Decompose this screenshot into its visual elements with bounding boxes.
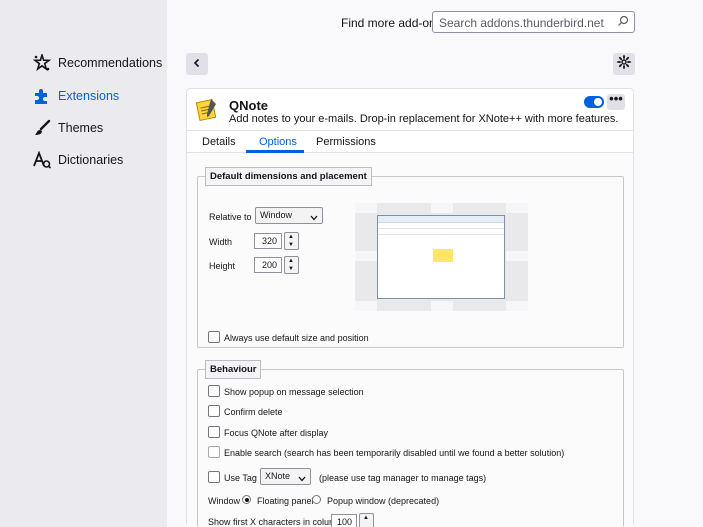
preview-note — [433, 249, 453, 262]
relative-to-select[interactable]: Window — [255, 207, 323, 224]
sidebar-item-label: Themes — [58, 121, 104, 135]
tag-note: (please use tag manager to manage tags) — [319, 473, 487, 483]
preview-tile — [431, 301, 453, 311]
floating-panel-label: Floating panel — [257, 496, 314, 506]
sidebar-item-label: Recommendations — [58, 56, 163, 70]
preview-tile — [355, 251, 377, 261]
focus-after-checkbox[interactable] — [208, 426, 220, 438]
sidebar-item-extensions[interactable]: Extensions — [32, 84, 119, 108]
preview-tile — [506, 251, 528, 261]
sidebar-item-themes[interactable]: Themes — [32, 116, 103, 140]
chevron-down-icon — [310, 213, 318, 223]
preview-toolbar — [378, 229, 504, 235]
addon-enable-toggle[interactable] — [584, 96, 604, 108]
preview-tile — [506, 301, 528, 311]
enable-search-checkbox[interactable] — [208, 446, 220, 458]
preview-window — [377, 215, 505, 299]
qnote-icon — [195, 96, 219, 127]
popup-window-radio[interactable] — [312, 495, 321, 504]
preview-tile — [431, 203, 453, 213]
show-first-stepper[interactable]: ▲ — [359, 513, 374, 527]
height-input[interactable]: 200 — [254, 257, 282, 273]
addon-description: Add notes to your e-mails. Drop-in repla… — [229, 113, 619, 125]
chevron-left-icon — [192, 55, 202, 73]
tag-value: XNote — [265, 471, 291, 481]
chevron-up-icon: ▲ — [363, 515, 369, 521]
tools-button[interactable] — [613, 53, 635, 75]
tab-details[interactable]: Details — [202, 136, 236, 148]
tab-options[interactable]: Options — [259, 136, 297, 148]
puzzle-icon — [32, 86, 52, 106]
preview-tile — [355, 301, 377, 311]
floating-panel-radio[interactable] — [242, 495, 251, 504]
chevron-down-icon: ▼ — [288, 266, 294, 272]
chevron-up-icon: ▲ — [288, 258, 294, 264]
tab-permissions[interactable]: Permissions — [316, 136, 376, 148]
width-label: Width — [209, 237, 233, 247]
sidebar-item-recommendations[interactable]: Recommendations — [32, 51, 162, 75]
back-button[interactable] — [186, 53, 208, 75]
more-options-button[interactable]: ••• — [607, 92, 625, 110]
preview-tile — [506, 203, 528, 213]
width-input[interactable]: 320 — [254, 233, 282, 249]
behaviour-legend: Behaviour — [205, 360, 262, 379]
dictionary-icon — [32, 150, 52, 170]
height-label: Height — [209, 261, 236, 271]
sidebar-item-label: Dictionaries — [58, 153, 124, 167]
width-stepper[interactable]: ▲ ▼ — [284, 232, 299, 250]
window-label: Window — [208, 496, 241, 506]
height-stepper[interactable]: ▲ ▼ — [284, 256, 299, 274]
chevron-down-icon: ▼ — [288, 242, 294, 248]
show-first-label: Show first X characters in column — [208, 517, 342, 527]
relative-to-label: Relative to — [209, 212, 252, 222]
gear-icon — [617, 54, 631, 74]
confirm-delete-checkbox[interactable] — [208, 405, 220, 417]
brush-icon — [32, 118, 52, 138]
confirm-delete-label: Confirm delete — [224, 407, 283, 417]
search-input[interactable]: Search addons.thunderbird.net — [432, 11, 635, 33]
chevron-down-icon — [298, 474, 306, 484]
use-tag-checkbox[interactable] — [208, 471, 220, 483]
tabs-divider — [187, 130, 633, 131]
find-more-label: Find more add-ons — [341, 16, 442, 30]
placement-preview[interactable] — [355, 203, 528, 311]
enable-search-label: Enable search (search has been temporari… — [224, 448, 565, 458]
chevron-up-icon: ▲ — [288, 234, 294, 240]
search-icon — [617, 15, 629, 30]
popup-window-label: Popup window (deprecated) — [327, 496, 440, 506]
relative-to-value: Window — [260, 210, 293, 220]
search-placeholder: Search addons.thunderbird.net — [439, 16, 604, 30]
preview-tile — [355, 203, 377, 213]
sidebar: Recommendations Extensions Themes Dictio… — [0, 0, 167, 527]
show-popup-label: Show popup on message selection — [224, 387, 364, 397]
preview-titlebar — [378, 216, 504, 223]
recommendations-icon — [32, 53, 52, 73]
use-tag-label: Use Tag — [224, 473, 257, 483]
dimensions-legend: Default dimensions and placement — [205, 167, 372, 186]
focus-after-label: Focus QNote after display — [224, 428, 329, 438]
addon-name: QNote — [229, 98, 268, 113]
always-default-label: Always use default size and position — [224, 333, 369, 343]
sidebar-item-dictionaries[interactable]: Dictionaries — [32, 148, 123, 172]
show-first-input[interactable]: 100 — [331, 514, 357, 527]
sidebar-item-label: Extensions — [58, 89, 120, 103]
tag-select[interactable]: XNote — [260, 468, 311, 485]
show-popup-checkbox[interactable] — [208, 385, 220, 397]
always-default-checkbox[interactable] — [208, 331, 220, 343]
